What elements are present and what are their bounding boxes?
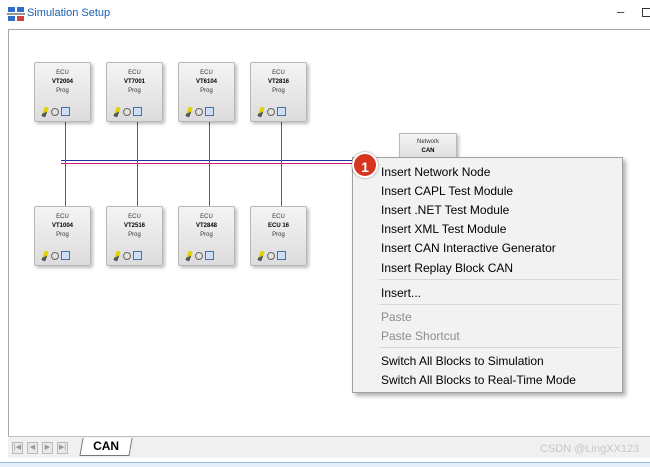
menu-item-paste-shortcut: Paste Shortcut — [381, 329, 460, 343]
ecu-block[interactable]: ECU VT2848 Prog — [178, 206, 235, 266]
gear-icon[interactable] — [51, 252, 59, 260]
ecu-connector — [65, 163, 66, 206]
menu-item-insert[interactable]: Insert... — [381, 286, 421, 300]
menu-item-insert-can-interactive-generator[interactable]: Insert CAN Interactive Generator — [381, 241, 556, 255]
gear-icon[interactable] — [51, 108, 59, 116]
menu-item-switch-to-simulation[interactable]: Switch All Blocks to Simulation — [381, 354, 544, 368]
pencil-icon[interactable] — [185, 250, 193, 262]
window-title: Simulation Setup — [27, 7, 111, 19]
minimize-button[interactable]: – — [617, 4, 624, 19]
tab-can-label: CAN — [93, 439, 120, 453]
menu-item-insert-capl-test-module[interactable]: Insert CAPL Test Module — [381, 184, 513, 198]
ecu-name-label: VT2816 — [267, 79, 289, 85]
ecu-type-label: ECU — [272, 70, 285, 76]
ecu-block[interactable]: ECU VT2816 Prog — [250, 62, 307, 122]
menu-item-insert-xml-test-module[interactable]: Insert XML Test Module — [381, 222, 506, 236]
ecu-type-label: ECU — [272, 214, 285, 220]
monitor-icon[interactable] — [277, 107, 286, 116]
ecu-name-label: VT2004 — [51, 79, 73, 85]
ecu-block[interactable]: ECU VT1004 Prog — [34, 206, 91, 266]
ecu-connector — [137, 122, 138, 163]
menu-separator — [379, 304, 619, 305]
pencil-icon[interactable] — [185, 106, 193, 118]
network-type-label: Network — [416, 139, 439, 145]
menu-item-paste: Paste — [381, 310, 412, 324]
pencil-icon[interactable] — [257, 106, 265, 118]
pencil-icon[interactable] — [41, 106, 49, 118]
watermark: CSDN @LingXX123 — [540, 443, 640, 455]
maximize-button[interactable] — [642, 8, 650, 17]
ecu-type-label: ECU — [128, 70, 141, 76]
ecu-type-label: ECU — [56, 214, 69, 220]
first-tab-button[interactable]: |◀ — [12, 442, 23, 454]
menu-item-switch-to-real-time[interactable]: Switch All Blocks to Real-Time Mode — [381, 373, 576, 387]
menu-separator — [379, 347, 619, 348]
menu-separator — [379, 279, 619, 280]
gear-icon[interactable] — [123, 108, 131, 116]
ecu-connector — [281, 163, 282, 206]
monitor-icon[interactable] — [205, 251, 214, 260]
last-tab-button[interactable]: ▶| — [57, 442, 68, 454]
menu-item-insert-dotnet-test-module[interactable]: Insert .NET Test Module — [381, 203, 509, 217]
previous-tab-button[interactable]: ◀ — [27, 442, 38, 454]
ecu-mode-label: Prog — [56, 232, 69, 238]
gear-icon[interactable] — [267, 252, 275, 260]
next-tab-button[interactable]: ▶ — [42, 442, 53, 454]
pencil-icon[interactable] — [113, 250, 121, 262]
ecu-block[interactable]: ECU VT2516 Prog — [106, 206, 163, 266]
menu-item-insert-replay-block-can[interactable]: Insert Replay Block CAN — [381, 261, 513, 275]
title-bar: Simulation Setup – — [0, 0, 650, 28]
ecu-block[interactable]: ECU VT6104 Prog — [178, 62, 235, 122]
ecu-block[interactable]: ECU VT2004 Prog — [34, 62, 91, 122]
step-number-badge: 1 — [352, 152, 378, 178]
ecu-mode-label: Prog — [272, 232, 285, 238]
monitor-icon[interactable] — [133, 107, 142, 116]
ecu-mode-label: Prog — [200, 232, 213, 238]
ecu-block[interactable]: ECU VT7001 Prog — [106, 62, 163, 122]
ecu-mode-label: Prog — [200, 88, 213, 94]
simulation-setup-icon — [7, 7, 25, 21]
ecu-connector — [281, 122, 282, 163]
ecu-name-label: VT1004 — [51, 223, 73, 229]
network-name-label: CAN — [421, 148, 435, 154]
ecu-type-label: ECU — [56, 70, 69, 76]
gear-icon[interactable] — [195, 252, 203, 260]
ecu-connector — [209, 122, 210, 163]
monitor-icon[interactable] — [205, 107, 214, 116]
ecu-block[interactable]: ECU ECU 16 Prog — [250, 206, 307, 266]
gear-icon[interactable] — [123, 252, 131, 260]
pencil-icon[interactable] — [41, 250, 49, 262]
tab-can[interactable]: CAN — [79, 438, 133, 456]
gear-icon[interactable] — [195, 108, 203, 116]
ecu-type-label: ECU — [200, 214, 213, 220]
window-bottom-edge — [0, 462, 650, 467]
pencil-icon[interactable] — [113, 106, 121, 118]
can-bus-line-primary[interactable] — [61, 160, 391, 161]
pencil-icon[interactable] — [257, 250, 265, 262]
ecu-name-label: VT7001 — [123, 79, 145, 85]
can-bus-line-secondary[interactable] — [61, 163, 391, 164]
ecu-type-label: ECU — [200, 70, 213, 76]
ecu-mode-label: Prog — [272, 88, 285, 94]
ecu-name-label: VT6104 — [195, 79, 217, 85]
ecu-connector — [65, 122, 66, 163]
ecu-connector — [209, 163, 210, 206]
monitor-icon[interactable] — [61, 251, 70, 260]
menu-item-insert-network-node[interactable]: Insert Network Node — [381, 165, 490, 179]
ecu-type-label: ECU — [128, 214, 141, 220]
ecu-name-label: VT2516 — [123, 223, 145, 229]
ecu-connector — [137, 163, 138, 206]
ecu-name-label: ECU 16 — [267, 223, 289, 229]
ecu-mode-label: Prog — [56, 88, 69, 94]
ecu-name-label: VT2848 — [195, 223, 217, 229]
monitor-icon[interactable] — [61, 107, 70, 116]
gear-icon[interactable] — [267, 108, 275, 116]
ecu-mode-label: Prog — [128, 88, 141, 94]
ecu-mode-label: Prog — [128, 232, 141, 238]
context-menu: Insert Network Node Insert CAPL Test Mod… — [352, 157, 623, 393]
monitor-icon[interactable] — [133, 251, 142, 260]
monitor-icon[interactable] — [277, 251, 286, 260]
